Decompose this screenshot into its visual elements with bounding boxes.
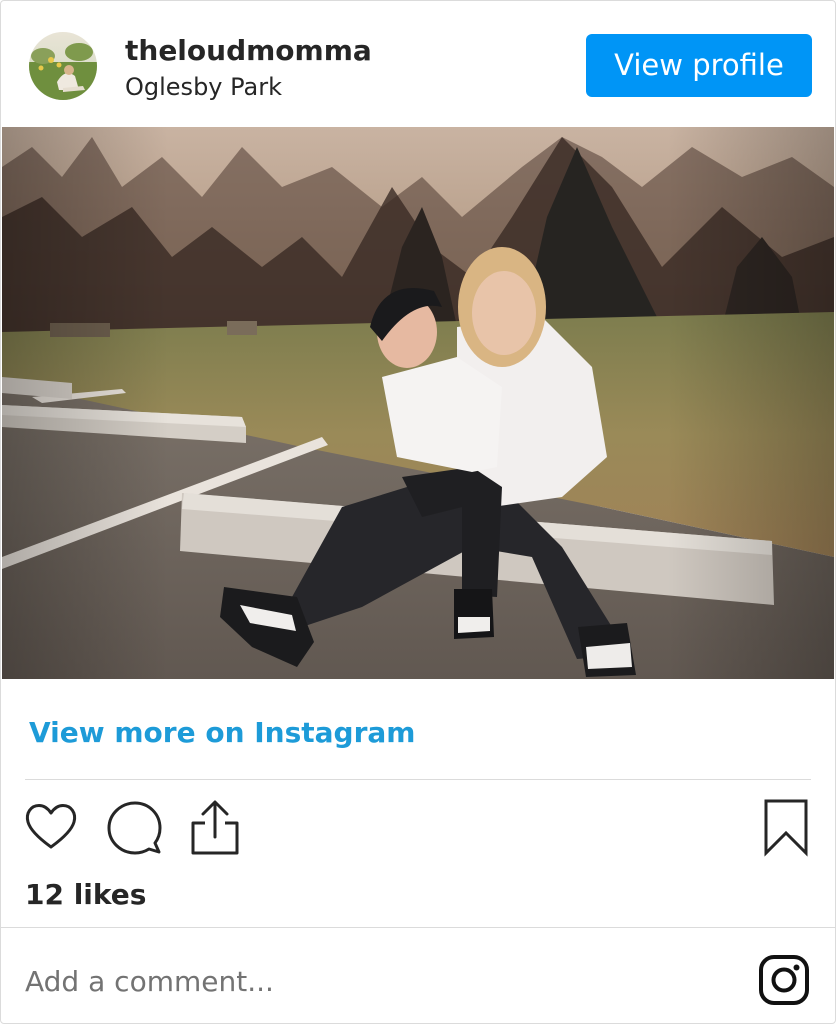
comment-bubble-icon[interactable] [105, 799, 163, 857]
instagram-logo-icon[interactable] [757, 953, 811, 1007]
view-more-on-instagram-link[interactable]: View more on Instagram [29, 713, 415, 753]
view-profile-button[interactable]: View profile [586, 34, 812, 97]
likes-count[interactable]: 12 likes [25, 875, 146, 915]
divider [1, 927, 835, 928]
post-header: theloudmomma Oglesby Park View profile [1, 1, 835, 126]
share-upload-icon[interactable] [187, 797, 243, 857]
divider [25, 779, 811, 780]
location-link[interactable]: Oglesby Park [125, 71, 282, 103]
bookmark-icon[interactable] [761, 797, 811, 857]
username[interactable]: theloudmomma [125, 33, 372, 69]
comment-input[interactable] [25, 956, 725, 1006]
instagram-embed-card: theloudmomma Oglesby Park View profile V… [0, 0, 836, 1024]
post-image[interactable] [2, 127, 834, 679]
avatar-image [29, 32, 97, 100]
heart-icon[interactable] [23, 799, 79, 855]
avatar[interactable] [29, 32, 97, 100]
